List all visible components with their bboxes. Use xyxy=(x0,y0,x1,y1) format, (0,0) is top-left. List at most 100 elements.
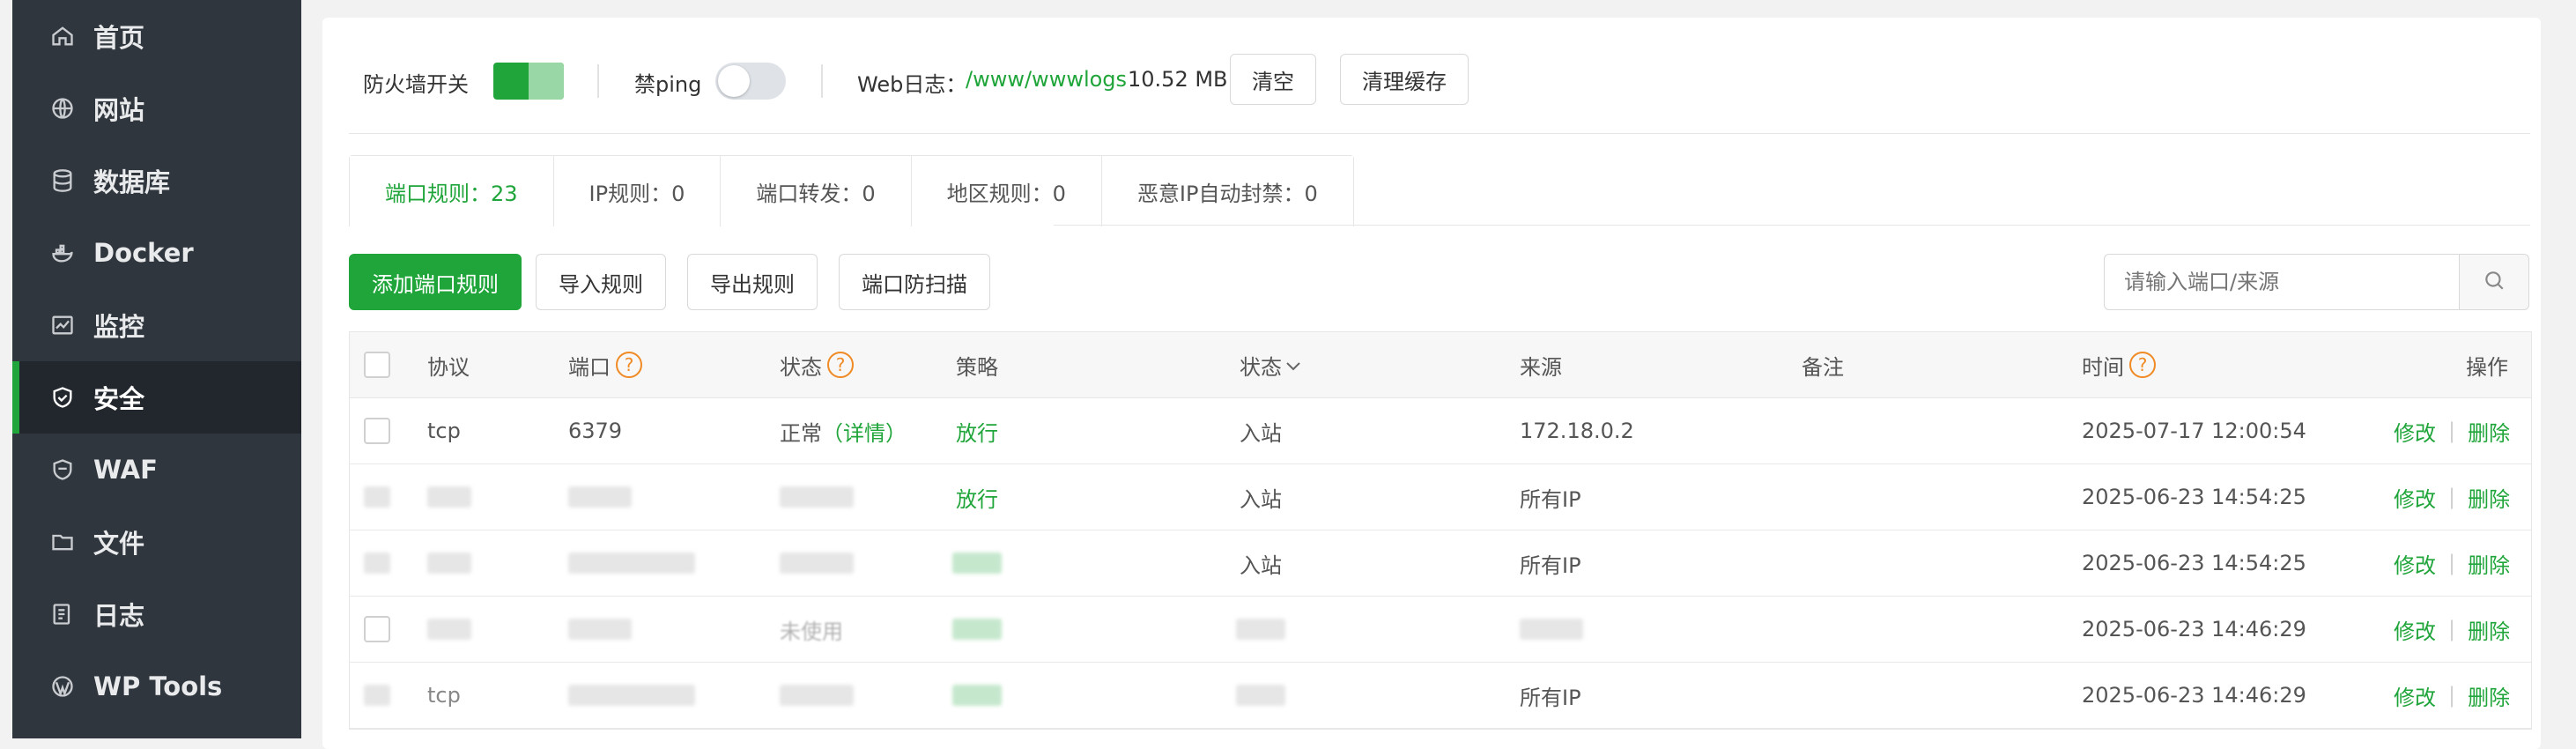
tab-port-rules[interactable]: 端口规则：23 xyxy=(350,156,554,226)
cell-direction: 入站 xyxy=(1240,486,1282,512)
delete-link[interactable]: 删除 xyxy=(2468,614,2510,645)
database-icon xyxy=(49,167,76,194)
cell-source: 所有IP xyxy=(1520,486,1581,512)
cell-status: 未使用 xyxy=(780,619,843,644)
detail-link[interactable]: （详情） xyxy=(822,416,907,447)
cell-ops: 修改 | 删除 xyxy=(2394,530,2510,596)
redacted-cell xyxy=(780,486,854,508)
divider xyxy=(1054,225,2530,226)
wordpress-icon xyxy=(49,673,76,700)
col-direction-sort[interactable]: 状态 xyxy=(1240,332,1301,397)
clear-log-button[interactable]: 清空 xyxy=(1230,54,1316,105)
tab-malicious-ip[interactable]: 恶意IP自动封禁：0 xyxy=(1101,156,1353,226)
delete-link[interactable]: 删除 xyxy=(2468,680,2510,711)
edit-link[interactable]: 修改 xyxy=(2394,614,2436,645)
sidebar-item-files[interactable]: 文件 xyxy=(12,506,301,578)
sidebar-item-label: 安全 xyxy=(93,384,145,414)
redacted-cell xyxy=(427,619,471,640)
sidebar-item-website[interactable]: 网站 xyxy=(12,72,301,145)
cell-ops: 修改 | 删除 xyxy=(2394,464,2510,530)
search-input[interactable] xyxy=(2104,254,2460,310)
sidebar-item-monitor[interactable]: 监控 xyxy=(12,289,301,361)
cell-ops: 修改 | 删除 xyxy=(2394,398,2510,463)
sidebar-item-security[interactable]: 安全 xyxy=(12,361,301,434)
cell-source: 所有IP xyxy=(1520,685,1581,710)
edit-link[interactable]: 修改 xyxy=(2394,680,2436,711)
edit-link[interactable]: 修改 xyxy=(2394,416,2436,447)
cell-time: 2025-07-17 12:00:54 xyxy=(2082,419,2306,443)
firewall-label: 防火墙开关 xyxy=(363,72,469,97)
redacted-cell xyxy=(568,685,695,706)
sidebar-item-label: 网站 xyxy=(93,95,145,125)
row-checkbox[interactable] xyxy=(364,616,390,642)
table-row: 未使用 2025-06-23 14:46:29 修改 | 删除 xyxy=(350,597,2531,663)
col-port: 端口? xyxy=(568,332,642,397)
sidebar-item-logs[interactable]: 日志 xyxy=(12,578,301,650)
folder-icon xyxy=(49,529,76,555)
sidebar-item-label: 监控 xyxy=(93,312,145,342)
redacted-cell xyxy=(1236,685,1285,706)
sidebar-item-label: 数据库 xyxy=(93,167,171,197)
redacted-cell xyxy=(952,619,1002,640)
redacted-cell xyxy=(568,619,632,640)
delete-link[interactable]: 删除 xyxy=(2468,482,2510,513)
cell-strategy: 放行 xyxy=(956,420,998,446)
sidebar-item-label: WP Tools xyxy=(93,671,223,701)
import-rules-button[interactable]: 导入规则 xyxy=(536,254,666,310)
help-icon[interactable]: ? xyxy=(2129,352,2156,378)
home-icon xyxy=(49,23,76,49)
weblog-size: 10.52 MB xyxy=(1128,67,1228,92)
monitor-icon xyxy=(49,312,76,338)
col-source: 来源 xyxy=(1520,354,1562,380)
redacted-cell xyxy=(780,552,854,574)
help-icon[interactable]: ? xyxy=(827,352,854,378)
security-panel: 防火墙开关 禁ping Web日志： /www/wwwlogs 10.52 MB… xyxy=(322,18,2541,749)
tab-region-rules[interactable]: 地区规则：0 xyxy=(911,156,1102,226)
redacted-cell xyxy=(427,552,471,574)
sidebar-item-docker[interactable]: Docker xyxy=(12,217,301,289)
sidebar-item-wp-tools[interactable]: WP Tools xyxy=(12,650,301,723)
search-button[interactable] xyxy=(2459,254,2529,310)
help-icon[interactable]: ? xyxy=(616,352,642,378)
redacted-cell xyxy=(780,685,854,706)
clear-cache-button[interactable]: 清理缓存 xyxy=(1340,54,1469,105)
delete-link[interactable]: 删除 xyxy=(2468,548,2510,579)
sidebar-item-database[interactable]: 数据库 xyxy=(12,145,301,217)
divider xyxy=(349,133,2530,134)
cell-status: 正常 （详情） xyxy=(780,398,907,463)
firewall-toggle[interactable] xyxy=(493,63,564,100)
edit-link[interactable]: 修改 xyxy=(2394,482,2436,513)
export-rules-button[interactable]: 导出规则 xyxy=(687,254,818,310)
add-port-rule-button[interactable]: 添加端口规则 xyxy=(349,254,522,310)
globe-icon xyxy=(49,95,76,122)
port-rules-table: 协议 端口? 状态? 策略 状态 来源 备注 时间? 操作 tcp 6379 正… xyxy=(349,331,2532,730)
main-area: 防火墙开关 禁ping Web日志： /www/wwwlogs 10.52 MB… xyxy=(301,0,2576,749)
weblog-label: Web日志： xyxy=(857,72,967,97)
select-all-checkbox[interactable] xyxy=(364,352,390,378)
sidebar-item-waf[interactable]: WAF xyxy=(12,434,301,506)
sidebar-item-home[interactable]: 首页 xyxy=(12,0,301,72)
delete-link[interactable]: 删除 xyxy=(2468,416,2510,447)
col-time: 时间? xyxy=(2082,332,2156,397)
ping-label: 禁ping xyxy=(634,72,702,97)
cell-time: 2025-06-23 14:46:29 xyxy=(2082,617,2306,641)
redacted-cell xyxy=(1236,619,1285,640)
cell-port: 6379 xyxy=(568,419,623,443)
log-icon xyxy=(49,601,76,627)
weblog-path-link[interactable]: /www/wwwlogs xyxy=(966,67,1127,92)
redacted-cell xyxy=(427,486,471,508)
cell-time: 2025-06-23 14:54:25 xyxy=(2082,485,2306,509)
tab-port-forward[interactable]: 端口转发：0 xyxy=(721,156,912,226)
cell-ops: 修改 | 删除 xyxy=(2394,663,2510,728)
port-anti-scan-button[interactable]: 端口防扫描 xyxy=(839,254,990,310)
divider xyxy=(821,64,823,98)
col-strategy: 策略 xyxy=(956,354,998,380)
redacted-cell xyxy=(1520,619,1583,640)
tab-ip-rules[interactable]: IP规则：0 xyxy=(553,156,722,226)
row-checkbox[interactable] xyxy=(364,418,390,444)
ping-toggle[interactable] xyxy=(715,63,786,100)
col-ops: 操作 xyxy=(2466,354,2508,380)
edit-link[interactable]: 修改 xyxy=(2394,548,2436,579)
cell-time: 2025-06-23 14:46:29 xyxy=(2082,683,2306,708)
docker-icon xyxy=(49,240,76,266)
